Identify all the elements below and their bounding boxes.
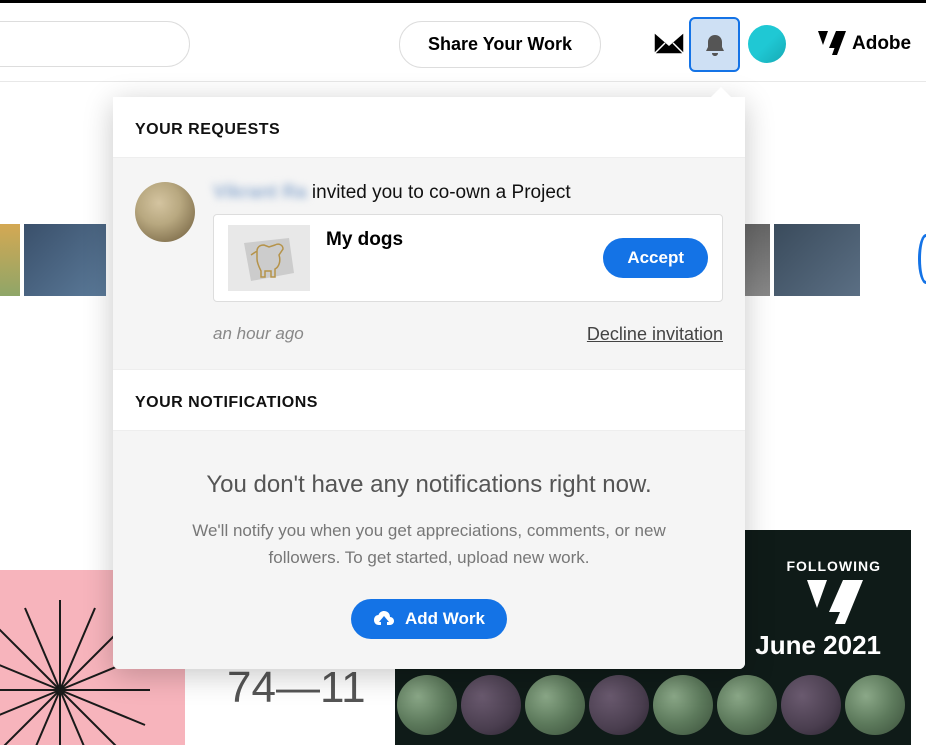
search-input[interactable] <box>0 21 190 67</box>
empty-state-subtitle: We'll notify you when you get appreciati… <box>143 517 715 571</box>
thumbnail[interactable] <box>24 224 106 296</box>
succulent-row <box>395 665 911 745</box>
request-timestamp: an hour ago <box>213 324 304 345</box>
following-badge: FOLLOWING <box>786 558 881 574</box>
add-work-button[interactable]: Add Work <box>351 599 507 639</box>
top-navigation: Share Your Work Adobe <box>0 0 926 82</box>
adobe-a-icon <box>807 580 863 624</box>
decline-link[interactable]: Decline invitation <box>587 324 723 345</box>
notifications-section-header: YOUR NOTIFICATIONS <box>113 370 745 431</box>
project-card[interactable]: My dogs Accept <box>213 214 723 302</box>
adobe-a-icon <box>818 31 846 57</box>
bell-icon <box>704 33 726 57</box>
add-work-label: Add Work <box>405 609 485 629</box>
notifications-popover: YOUR REQUESTS Vikrant Ra invited you to … <box>113 97 745 669</box>
requester-avatar[interactable] <box>135 182 195 242</box>
month-label: June 2021 <box>755 630 881 661</box>
user-avatar[interactable] <box>748 25 786 63</box>
dog-sketch-icon <box>239 233 299 283</box>
empty-state-title: You don't have any notifications right n… <box>143 471 715 499</box>
thumbnail-strip-right <box>740 224 860 296</box>
request-message: Vikrant Ra invited you to co-own a Proje… <box>213 182 723 204</box>
cloud-upload-icon <box>373 610 395 628</box>
mail-icon[interactable] <box>654 32 684 59</box>
request-item: Vikrant Ra invited you to co-own a Proje… <box>113 158 745 370</box>
accept-button[interactable]: Accept <box>603 238 708 278</box>
adobe-label: Adobe <box>852 33 911 55</box>
project-title: My dogs <box>326 225 587 251</box>
share-work-button[interactable]: Share Your Work <box>399 21 601 68</box>
project-number-text: 74—11 <box>227 663 366 713</box>
thumbnail[interactable] <box>774 224 860 296</box>
requester-name[interactable]: Vikrant Ra <box>213 182 307 203</box>
invite-suffix: invited you to co-own a Project <box>307 182 571 203</box>
notifications-button[interactable] <box>689 17 740 72</box>
requests-section-header: YOUR REQUESTS <box>113 97 745 158</box>
notifications-empty-state: You don't have any notifications right n… <box>113 431 745 669</box>
popover-arrow <box>709 87 733 99</box>
thumbnail[interactable] <box>0 224 20 296</box>
project-thumbnail <box>228 225 310 291</box>
adobe-logo[interactable]: Adobe <box>818 31 911 57</box>
